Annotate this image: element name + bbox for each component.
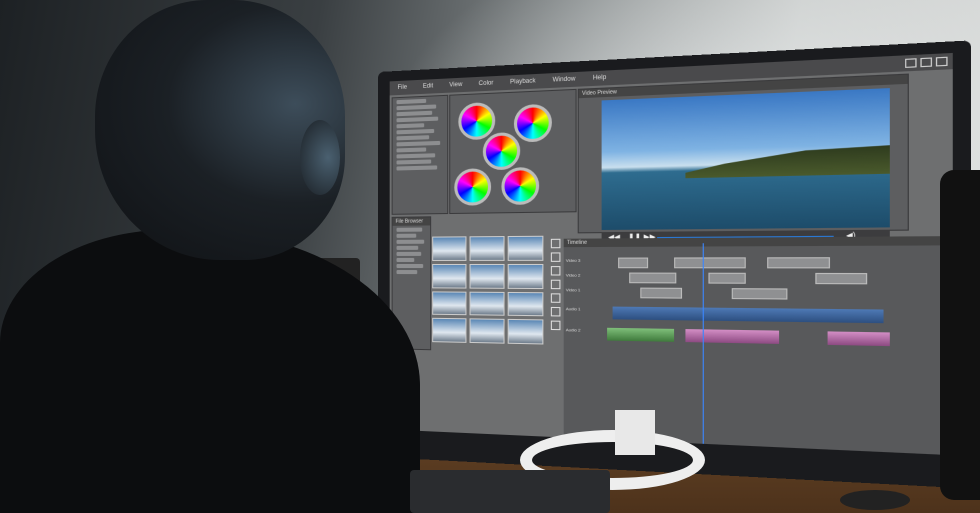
media-thumbnail[interactable] (508, 291, 544, 316)
monitor-stand-neck (615, 410, 655, 455)
playhead[interactable] (703, 243, 704, 444)
menu-edit[interactable]: Edit (423, 83, 433, 90)
color-wheel-gamma[interactable] (514, 104, 552, 143)
track-label: Video 2 (566, 272, 581, 277)
select-tool-icon[interactable] (551, 239, 561, 248)
timeline-title: Timeline (564, 236, 953, 247)
media-thumbnail[interactable] (470, 319, 505, 344)
media-thumbnail[interactable] (432, 264, 466, 288)
media-thumbnail[interactable] (432, 318, 466, 343)
speaker (940, 170, 980, 500)
clip[interactable] (629, 273, 676, 284)
tool-palette (551, 239, 560, 344)
tree-item[interactable] (397, 234, 417, 238)
clip[interactable] (674, 257, 746, 268)
tree-item[interactable] (397, 135, 430, 140)
media-thumbnails (432, 236, 543, 345)
track-video-2: Video 2 (564, 272, 953, 284)
close-icon[interactable] (936, 57, 948, 67)
track-label: Video 1 (566, 287, 581, 292)
track-audio-1: Audio 1 (564, 306, 953, 322)
clip[interactable] (618, 258, 648, 269)
media-thumbnail[interactable] (470, 264, 505, 289)
track-label: Audio 2 (566, 327, 581, 333)
tree-item[interactable] (397, 141, 441, 146)
clip[interactable] (815, 273, 867, 284)
media-thumbnail[interactable] (470, 236, 505, 261)
color-wheel-highlights[interactable] (501, 167, 539, 205)
tree-item[interactable] (397, 246, 419, 250)
tree-item[interactable] (397, 228, 423, 232)
tree-item[interactable] (397, 99, 427, 104)
audio-clip[interactable] (613, 307, 884, 324)
razor-tool-icon[interactable] (551, 252, 561, 261)
media-thumbnail[interactable] (470, 291, 505, 316)
menu-view[interactable]: View (449, 82, 462, 89)
clip[interactable] (767, 257, 830, 268)
keyboard (410, 470, 610, 513)
tree-item[interactable] (397, 252, 422, 256)
media-thumbnail[interactable] (432, 291, 466, 316)
maximize-icon[interactable] (920, 57, 932, 67)
window-controls (905, 57, 947, 68)
tree-item[interactable] (397, 104, 437, 110)
media-thumbnail[interactable] (508, 319, 544, 344)
pen-tool-icon[interactable] (551, 293, 561, 303)
speaker-base (840, 490, 910, 510)
audio-clip[interactable] (607, 328, 674, 342)
menu-window[interactable]: Window (553, 76, 576, 83)
clip[interactable] (640, 288, 682, 299)
track-audio-2: Audio 2 (564, 327, 953, 345)
tree-item[interactable] (397, 165, 438, 170)
audio-clip[interactable] (685, 329, 779, 344)
media-thumbnail[interactable] (432, 236, 466, 260)
track-video-3: Video 3 (564, 257, 953, 269)
tree-item[interactable] (397, 153, 436, 158)
photo-scene: File Edit View Color Playback Window Hel… (0, 0, 980, 513)
person-ear (300, 120, 340, 195)
monitor: File Edit View Color Playback Window Hel… (378, 40, 971, 488)
tree-item[interactable] (397, 117, 439, 123)
tree-item[interactable] (397, 240, 425, 244)
media-thumbnail[interactable] (508, 236, 544, 261)
tree-item[interactable] (397, 111, 433, 117)
tree-item[interactable] (397, 129, 435, 134)
color-wheel-lift[interactable] (458, 102, 495, 140)
color-wheel-shadows[interactable] (454, 168, 491, 206)
clip[interactable] (732, 288, 788, 299)
tree-item[interactable] (397, 258, 415, 262)
lake-forest-image (685, 145, 889, 178)
media-thumbnail[interactable] (508, 264, 544, 289)
tree-item[interactable] (397, 270, 418, 274)
audio-clip[interactable] (828, 331, 890, 346)
video-preview[interactable] (602, 88, 890, 230)
effects-panel (392, 95, 449, 215)
clip[interactable] (708, 273, 745, 284)
menu-playback[interactable]: Playback (510, 78, 536, 85)
track-video-1: Video 1 (564, 287, 953, 301)
track-label: Audio 1 (566, 306, 581, 311)
menu-color[interactable]: Color (479, 80, 494, 87)
minimize-icon[interactable] (905, 58, 917, 68)
editing-app-screen: File Edit View Color Playback Window Hel… (390, 53, 953, 455)
zoom-tool-icon[interactable] (551, 280, 561, 289)
tree-item[interactable] (397, 159, 432, 164)
color-wheels-panel (449, 89, 576, 214)
tree-item[interactable] (397, 264, 424, 268)
text-tool-icon[interactable] (551, 321, 561, 331)
menu-file[interactable]: File (398, 85, 408, 92)
menu-help[interactable]: Help (593, 75, 606, 82)
color-wheel-gain[interactable] (483, 132, 520, 170)
hand-tool-icon[interactable] (551, 266, 561, 275)
crop-tool-icon[interactable] (551, 307, 561, 317)
tree-item[interactable] (397, 123, 425, 128)
browser-title: File Browser (393, 217, 431, 226)
tree-item[interactable] (397, 147, 427, 152)
track-label: Video 3 (566, 258, 581, 263)
